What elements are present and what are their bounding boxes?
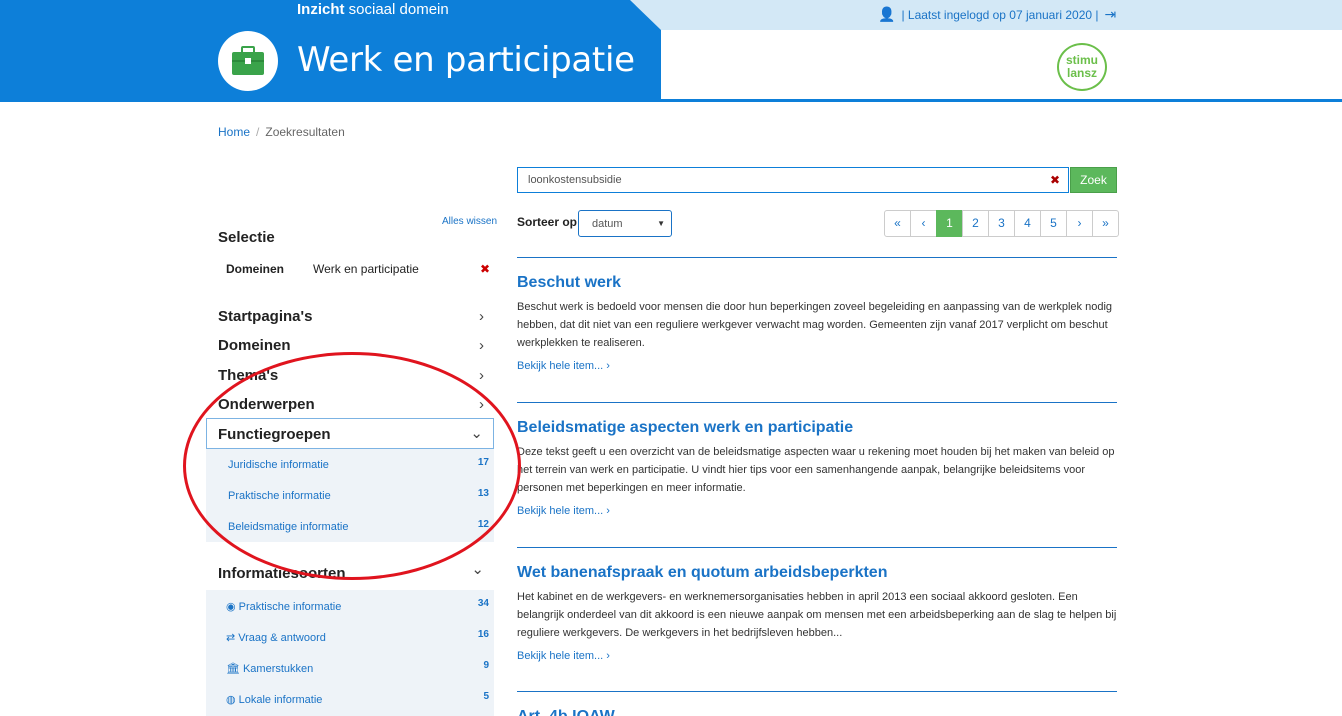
count-badge: 17: [477, 457, 489, 468]
facet-label: Functiegroepen: [218, 426, 331, 443]
user-icon[interactable]: 👤: [878, 6, 895, 23]
facet-item[interactable]: Beleidsmatige informatie 12: [206, 511, 494, 542]
count-badge: 9: [483, 660, 489, 671]
last-login-text: | Laatst ingelogd op 07 januari 2020 |: [901, 7, 1099, 22]
remove-selection-icon[interactable]: ✖: [480, 262, 490, 276]
search-input-value: loonkostensubsidie: [528, 174, 622, 186]
facet-startpaginas[interactable]: Startpagina's ›: [218, 308, 494, 325]
facet-label: Onderwerpen: [218, 396, 315, 413]
chevron-down-icon: ⌄: [470, 425, 483, 442]
stimulansz-logo[interactable]: stimu lansz: [1057, 43, 1107, 91]
login-info: 👤 | Laatst ingelogd op 07 januari 2020 |…: [878, 6, 1116, 23]
facet-item[interactable]: ◍ Lokale informatie 5: [206, 683, 494, 714]
facet-item[interactable]: ⇄ Vraag & antwoord 16: [206, 621, 494, 652]
page-5-button[interactable]: 5: [1040, 210, 1067, 237]
facet-label: Thema's: [218, 367, 279, 384]
chevron-down-icon: ⌄: [471, 561, 484, 578]
page-first-button[interactable]: «: [884, 210, 911, 237]
sort-label: Sorteer op: [517, 215, 578, 229]
facet-domeinen[interactable]: Domeinen ›: [218, 337, 494, 354]
facet-item[interactable]: Praktische informatie 13: [206, 480, 494, 511]
result-title[interactable]: Beschut werk: [517, 274, 1117, 292]
logout-icon[interactable]: ⇥: [1105, 6, 1117, 23]
chevron-right-icon: ›: [479, 308, 484, 325]
chevron-right-icon: ›: [479, 396, 484, 413]
page-1-button[interactable]: 1: [936, 210, 963, 237]
facet-label: Domeinen: [218, 337, 291, 354]
page-3-button[interactable]: 3: [988, 210, 1015, 237]
count-badge: 34: [477, 598, 489, 609]
government-building-icon: 🏛: [226, 663, 240, 675]
facet-onderwerpen[interactable]: Onderwerpen ›: [218, 396, 494, 413]
page-last-button[interactable]: »: [1092, 210, 1119, 237]
facet-label: Startpagina's: [218, 308, 313, 325]
view-item-link[interactable]: Bekijk hele item... ›: [517, 505, 1117, 517]
facet-informatiesoorten[interactable]: Informatiesoorten ⌄: [218, 561, 494, 582]
page-next-button[interactable]: ›: [1066, 210, 1093, 237]
count-badge: 5: [483, 691, 489, 702]
facet-functiegroepen[interactable]: Functiegroepen ⌄: [206, 418, 494, 449]
search-button[interactable]: Zoek: [1070, 167, 1117, 193]
functiegroepen-list: Juridische informatie 17 Praktische info…: [206, 449, 494, 542]
breadcrumb: Home / Zoekresultaten: [218, 125, 345, 139]
briefcase-icon: [218, 31, 278, 91]
clear-all-link[interactable]: Alles wissen: [442, 216, 497, 227]
result-body: Beschut werk is bedoeld voor mensen die …: [517, 301, 1113, 349]
search-input[interactable]: loonkostensubsidie ✖: [517, 167, 1069, 193]
selection-title: Selectie: [218, 229, 275, 246]
sort-select-value: datum: [592, 218, 623, 230]
informatiesoorten-list: ◉ Praktische informatie 34 ⇄ Vraag & antwo…: [206, 590, 494, 716]
facet-item[interactable]: 🏛 Kamerstukken 9: [206, 652, 494, 683]
count-badge: 12: [477, 519, 489, 530]
selection-value: Werk en participatie: [313, 262, 419, 276]
page-2-button[interactable]: 2: [962, 210, 989, 237]
count-badge: 16: [477, 629, 489, 640]
page-4-button[interactable]: 4: [1014, 210, 1041, 237]
chevron-right-icon: ›: [479, 337, 484, 354]
result-body: Deze tekst geeft u een overzicht van de …: [517, 446, 1115, 494]
page-title: Werk en participatie: [297, 40, 635, 80]
exchange-icon: ⇄: [226, 632, 236, 644]
view-item-link[interactable]: Bekijk hele item... ›: [517, 650, 1117, 662]
selection-row: Domeinen Werk en participatie ✖: [226, 262, 494, 276]
count-badge: 13: [477, 488, 489, 499]
result-title[interactable]: Wet banenafspraak en quotum arbeidsbeper…: [517, 564, 1117, 582]
result-title[interactable]: Beleidsmatige aspecten werk en participa…: [517, 419, 1117, 437]
result-item: Art. 4b IOAW: [517, 691, 1117, 716]
result-item: Beleidsmatige aspecten werk en participa…: [517, 402, 1117, 517]
view-item-link[interactable]: Bekijk hele item... ›: [517, 360, 1117, 372]
breadcrumb-home-link[interactable]: Home: [218, 125, 250, 139]
result-item: Wet banenafspraak en quotum arbeidsbeper…: [517, 547, 1117, 662]
result-title[interactable]: Art. 4b IOAW: [517, 708, 1117, 716]
site-brand[interactable]: Inzicht sociaal domein: [297, 1, 449, 18]
facet-label: Informatiesoorten: [218, 565, 346, 582]
page-prev-button[interactable]: ‹: [910, 210, 937, 237]
selection-key: Domeinen: [226, 262, 285, 276]
location-icon: ◍: [226, 694, 236, 706]
breadcrumb-current: Zoekresultaten: [265, 125, 345, 139]
facet-themas[interactable]: Thema's ›: [218, 367, 494, 384]
clear-search-icon[interactable]: ✖: [1050, 173, 1060, 187]
sort-select[interactable]: datum ▼: [578, 210, 672, 237]
pagination: « ‹ 1 2 3 4 5 › »: [884, 210, 1119, 237]
facet-item[interactable]: ◉ Praktische informatie 34: [206, 590, 494, 621]
info-icon: ◉: [226, 601, 236, 613]
facet-item[interactable]: Juridische informatie 17: [206, 449, 494, 480]
result-item: Beschut werk Beschut werk is bedoeld voo…: [517, 257, 1117, 372]
chevron-right-icon: ›: [479, 367, 484, 384]
header-underline: [661, 99, 1342, 102]
caret-down-icon: ▼: [657, 219, 665, 228]
result-body: Het kabinet en de werkgevers- en werknem…: [517, 591, 1117, 639]
